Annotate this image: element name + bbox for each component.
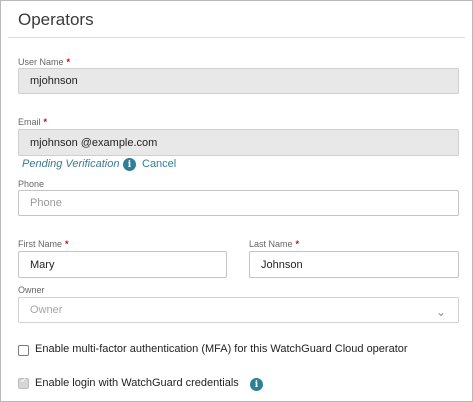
first-name-input[interactable]: Mary (18, 251, 227, 278)
required-mark: * (65, 239, 69, 249)
user-name-label: User Name * (18, 57, 70, 67)
phone-label: Phone (18, 179, 45, 189)
email-label: Email * (18, 117, 47, 127)
info-icon[interactable]: i (250, 378, 263, 391)
last-name-label-text: Last Name (249, 239, 293, 249)
watchguard-login-checkbox (18, 376, 29, 389)
panel-title: Operators (18, 10, 94, 29)
user-name-label-text: User Name (18, 57, 64, 67)
required-mark: * (43, 117, 48, 127)
title-divider (8, 37, 465, 38)
mfa-checkbox[interactable] (18, 345, 29, 356)
owner-label: Owner (18, 285, 45, 295)
owner-select: Owner ⌄ (18, 297, 459, 323)
required-mark: * (295, 239, 300, 249)
email-field: mjohnson @example.com (18, 129, 459, 156)
last-name-input[interactable]: Johnson (249, 251, 459, 278)
mfa-checkbox-label[interactable]: Enable multi-factor authentication (MFA)… (35, 343, 408, 355)
required-mark: * (66, 57, 71, 67)
first-name-label-text: First Name (18, 239, 63, 249)
info-icon[interactable]: i (123, 158, 136, 171)
cancel-verification-link[interactable]: Cancel (142, 158, 176, 170)
chevron-down-icon: ⌄ (435, 305, 446, 319)
operators-panel: Operators User Name * mjohnson Email * mjo… (0, 0, 473, 402)
phone-input[interactable]: Phone (18, 190, 459, 216)
last-name-label: Last Name * (249, 239, 299, 249)
first-name-label: First Name * (18, 239, 69, 249)
pending-verification-status: Pending Verification (22, 158, 120, 170)
user-name-field: mjohnson (18, 68, 459, 94)
watchguard-login-label: Enable login with WatchGuard credentials (35, 377, 239, 389)
email-label-text: Email (18, 117, 41, 127)
owner-select-value: Owner (30, 304, 63, 316)
